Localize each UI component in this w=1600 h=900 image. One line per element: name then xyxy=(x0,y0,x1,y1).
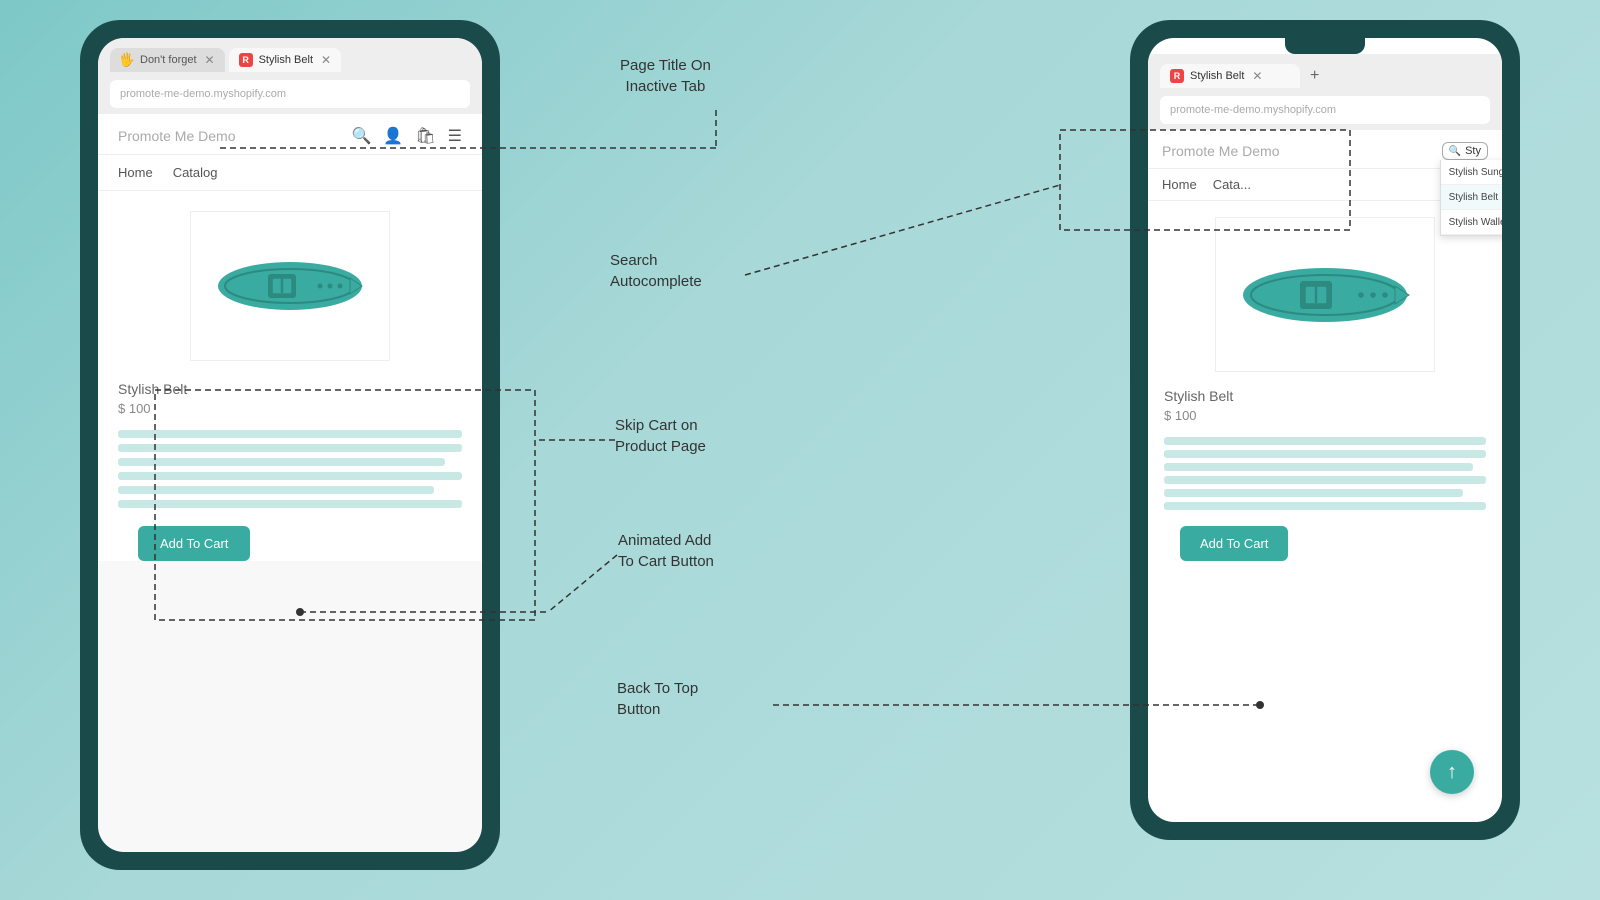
left-address-text: promote-me-demo.myshopify.com xyxy=(120,88,286,100)
right-tab-active[interactable]: R Stylish Belt ✕ xyxy=(1160,64,1300,88)
left-phone-inner: 🖐️ Don't forget ✕ R Stylish Belt ✕ promo… xyxy=(98,38,482,852)
annotation-back-to-top: Back To TopButton xyxy=(617,678,698,720)
annotation-skip-cart: Skip Cart onProduct Page xyxy=(615,415,706,457)
left-product-info: Stylish Belt $ 100 Add To Cart xyxy=(98,381,482,561)
right-nav-catalog[interactable]: Cata... xyxy=(1213,177,1251,192)
annotation-page-title: Page Title OnInactive Tab xyxy=(620,55,711,97)
right-text-line-1 xyxy=(1164,437,1486,445)
left-tab-active-close[interactable]: ✕ xyxy=(321,53,331,67)
right-site-header: Promote Me Demo 🔍 Sty Stylish Sunglasses xyxy=(1148,130,1502,169)
phone-notch xyxy=(1285,38,1365,54)
back-to-top-button[interactable]: ↑ xyxy=(1430,750,1474,794)
right-text-line-5 xyxy=(1164,489,1463,497)
right-address-text: promote-me-demo.myshopify.com xyxy=(1170,104,1336,116)
left-header-icons: 🔍 👤 🛍 ☰ xyxy=(352,126,463,146)
annotation-search-text: SearchAutocomplete xyxy=(610,252,702,290)
left-text-lines xyxy=(118,430,462,508)
autocomplete-item-wallet[interactable]: Stylish Wallet xyxy=(1441,210,1502,235)
text-line-2 xyxy=(118,444,462,452)
left-tab-inactive[interactable]: 🖐️ Don't forget ✕ xyxy=(110,48,225,72)
annotation-page-title-text: Page Title OnInactive Tab xyxy=(620,57,711,95)
back-to-top-arrow: ↑ xyxy=(1447,761,1457,784)
cart-icon[interactable]: 🛍 xyxy=(415,126,435,146)
right-site-logo: Promote Me Demo xyxy=(1162,143,1279,159)
right-text-line-6 xyxy=(1164,502,1486,510)
left-address-bar[interactable]: promote-me-demo.myshopify.com xyxy=(110,80,470,108)
right-text-line-2 xyxy=(1164,450,1486,458)
menu-icon[interactable]: ☰ xyxy=(448,126,462,146)
right-text-lines xyxy=(1164,437,1486,510)
left-product-price: $ 100 xyxy=(118,401,462,416)
right-text-line-4 xyxy=(1164,476,1486,484)
right-product-price: $ 100 xyxy=(1164,408,1486,423)
annotation-search: SearchAutocomplete xyxy=(610,250,702,292)
left-site-header: Promote Me Demo 🔍 👤 🛍 ☰ xyxy=(98,114,482,155)
text-line-3 xyxy=(118,458,445,466)
left-tab-inactive-label: Don't forget xyxy=(140,54,197,66)
left-browser-chrome: 🖐️ Don't forget ✕ R Stylish Belt ✕ promo… xyxy=(98,38,482,114)
left-product-title: Stylish Belt xyxy=(118,381,462,397)
left-product-image xyxy=(190,211,390,361)
right-r-logo-icon: R xyxy=(1170,69,1184,83)
autocomplete-label-0: Stylish Sunglasses xyxy=(1449,167,1502,178)
annotation-back-to-top-text: Back To TopButton xyxy=(617,680,698,718)
autocomplete-label-2: Stylish Wallet xyxy=(1449,217,1502,228)
text-line-6 xyxy=(118,500,462,508)
annotation-animated-add-text: Animated AddTo Cart Button xyxy=(618,532,714,570)
belt-illustration-left xyxy=(210,241,370,331)
left-tab-inactive-close[interactable]: ✕ xyxy=(205,53,215,67)
right-product-image xyxy=(1215,217,1435,372)
search-icon[interactable]: 🔍 xyxy=(352,126,372,146)
autocomplete-dropdown: Stylish Sunglasses Stylish Belt Stylish … xyxy=(1440,160,1502,236)
text-line-1 xyxy=(118,430,462,438)
belt-illustration-right xyxy=(1235,250,1415,340)
emoji-hand-icon: 🖐️ xyxy=(120,53,134,67)
right-site-content: Promote Me Demo 🔍 Sty Stylish Sunglasses xyxy=(1148,130,1502,561)
right-tab-label: Stylish Belt xyxy=(1190,70,1244,82)
left-tab-bar: 🖐️ Don't forget ✕ R Stylish Belt ✕ xyxy=(110,48,470,72)
autocomplete-item-sunglasses[interactable]: Stylish Sunglasses xyxy=(1441,160,1502,185)
new-tab-button[interactable]: + xyxy=(1304,67,1325,85)
right-phone-inner: R Stylish Belt ✕ + promote-me-demo.mysho… xyxy=(1148,38,1502,822)
autocomplete-item-belt[interactable]: Stylish Belt xyxy=(1441,185,1502,210)
right-tab-bar: R Stylish Belt ✕ + xyxy=(1160,64,1490,88)
add-to-cart-button-left[interactable]: Add To Cart xyxy=(138,526,250,561)
right-address-bar[interactable]: promote-me-demo.myshopify.com xyxy=(1160,96,1490,124)
right-text-line-3 xyxy=(1164,463,1473,471)
right-product-title: Stylish Belt xyxy=(1164,388,1486,404)
right-phone: R Stylish Belt ✕ + promote-me-demo.mysho… xyxy=(1130,20,1520,840)
search-container: 🔍 Sty Stylish Sunglasses Stylish Belt xyxy=(1442,142,1488,160)
annotation-skip-cart-text: Skip Cart onProduct Page xyxy=(615,417,706,455)
left-tab-active[interactable]: R Stylish Belt ✕ xyxy=(229,48,341,72)
nav-catalog[interactable]: Catalog xyxy=(173,165,218,180)
autocomplete-label-1: Stylish Belt xyxy=(1449,192,1498,203)
annotation-animated-add: Animated AddTo Cart Button xyxy=(618,530,714,572)
right-browser-chrome: R Stylish Belt ✕ + promote-me-demo.mysho… xyxy=(1148,54,1502,130)
account-icon[interactable]: 👤 xyxy=(383,126,403,146)
text-line-4 xyxy=(118,472,462,480)
search-glass-icon: 🔍 xyxy=(1449,146,1461,157)
text-line-5 xyxy=(118,486,434,494)
left-phone: 🖐️ Don't forget ✕ R Stylish Belt ✕ promo… xyxy=(80,20,500,870)
add-to-cart-button-right[interactable]: Add To Cart xyxy=(1180,526,1288,561)
search-input-value[interactable]: Sty xyxy=(1465,145,1481,157)
nav-home[interactable]: Home xyxy=(118,165,153,180)
left-site-logo: Promote Me Demo xyxy=(118,128,235,144)
search-bar[interactable]: 🔍 Sty xyxy=(1442,142,1488,160)
right-tab-close[interactable]: ✕ xyxy=(1252,69,1262,83)
left-site-nav: Home Catalog xyxy=(98,155,482,191)
left-tab-active-label: Stylish Belt xyxy=(259,54,313,66)
r-logo-icon: R xyxy=(239,53,253,67)
right-nav-home[interactable]: Home xyxy=(1162,177,1197,192)
right-product-info: Stylish Belt $ 100 Add To Cart xyxy=(1148,388,1502,561)
left-site-content: Promote Me Demo 🔍 👤 🛍 ☰ Home Catalog xyxy=(98,114,482,561)
